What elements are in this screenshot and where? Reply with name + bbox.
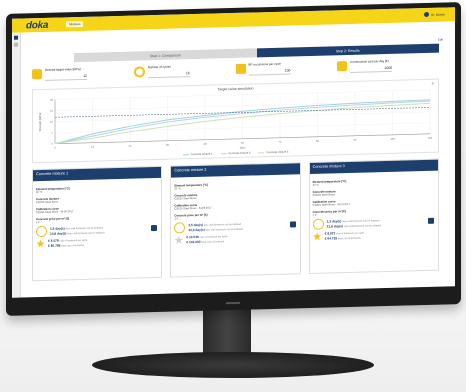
star-icon <box>36 239 45 248</box>
result-note: total cost of formwork <box>337 236 361 241</box>
result-value: 2,5 day(s) <box>188 222 204 227</box>
x-tick-label: 84 <box>316 139 319 143</box>
y-axis-label: Strength [MPa] <box>38 112 42 131</box>
simulation-chart: Target value simulation ≡ 0 12 24 36 48 60 72 8… <box>32 78 439 164</box>
mixture-card-3: Concrete mixture 3 Element temperature [… <box>308 158 439 275</box>
kpi-occurrence: BP occurrence per cycle 100 <box>235 61 338 80</box>
user-name: Dr. Muster <box>431 11 445 17</box>
user-avatar-icon <box>424 11 430 18</box>
screen: doka Mixtures Dr. Muster Edit Step 1: Co… <box>12 7 455 298</box>
y-tick-label: 15 <box>50 109 53 113</box>
x-tick-label: 24 <box>129 144 132 148</box>
result-note: total cost of formwork <box>61 243 85 248</box>
result-value: € 8.478 <box>48 238 59 243</box>
monitor: doka Mixtures Dr. Muster Edit Step 1: Co… <box>6 2 461 316</box>
thumbs-up-icon[interactable] <box>289 221 296 228</box>
y-tick-label: 5 <box>52 131 54 135</box>
kpi-value[interactable]: 12 <box>45 73 87 81</box>
result-note: time until formwork can be stripped <box>65 226 103 231</box>
result-note: time until formwork can be stripped <box>342 218 380 223</box>
result-value: 32,9 day(s) <box>188 227 205 232</box>
mixture-cards: Concrete mixture 1 Element temperature [… <box>32 158 439 282</box>
y-tick-label: 10 <box>50 120 53 124</box>
result-value: 1,5 day(s) <box>50 226 65 231</box>
star-icon <box>313 232 322 241</box>
result-value: € 12.036 <box>186 234 199 240</box>
monitor-stand-base <box>92 352 374 378</box>
result-value: 14,8 day(s) <box>50 230 67 236</box>
result-value: € 8.872 <box>324 231 336 236</box>
x-tick-label: 48 <box>204 142 207 146</box>
x-tick-label: 108 <box>390 137 395 141</box>
result-note: time until formwork can be stripped <box>205 227 243 232</box>
result-block: 2,3 day(s) time until formwork can be st… <box>312 216 435 230</box>
kpi-value[interactable]: 100 <box>248 68 291 76</box>
mixture-card-2: Concrete mixture 2 Element temperature [… <box>170 162 301 278</box>
kpi-label: Desired target value [MPa] <box>45 67 81 72</box>
breadcrumb[interactable]: Mixtures <box>66 20 84 28</box>
kpi-target-value: Desired target value [MPa] 12 <box>32 67 134 86</box>
star-grey-icon <box>174 236 183 245</box>
result-block: 2,5 day(s) time until formwork can be st… <box>174 219 296 234</box>
result-block: € 8.478 cost of formwork per cycle € 86.… <box>36 236 158 249</box>
x-tick-label: 12 <box>91 145 94 149</box>
truck-icon <box>235 63 246 74</box>
clock-icon <box>312 218 324 230</box>
tab-step-1[interactable]: Step 1: Comparison <box>74 48 257 63</box>
x-tick-label: 120 <box>428 136 433 140</box>
kpi-value[interactable]: 1000 <box>350 65 393 73</box>
user-menu[interactable]: Dr. Muster <box>424 11 445 18</box>
kpi-label: BP occurrence per cycle <box>248 61 281 67</box>
result-value: € 142.000 <box>186 239 201 245</box>
money-icon <box>337 61 348 72</box>
result-block: € 12.036 cost of formwork per cycle € 14… <box>174 232 296 245</box>
menu-icon[interactable] <box>14 42 18 47</box>
result-value: 21,6 day(s) <box>326 223 344 229</box>
y-tick-label: 0 <box>52 142 54 146</box>
formwork-icon <box>32 69 42 80</box>
mixture-card-1: Concrete mixture 1 Element temperature [… <box>32 165 163 282</box>
doka-logo[interactable]: doka <box>26 19 48 31</box>
edit-link[interactable]: Edit <box>438 38 443 42</box>
result-note: total cost of formwork <box>201 240 225 244</box>
kpi-value[interactable]: 16 <box>147 70 190 78</box>
sidebar <box>12 32 21 298</box>
x-tick-label: 96 <box>354 138 357 142</box>
kpi-cycles: Number of cycles 16 <box>133 64 236 83</box>
result-note: time until formwork can be stripped <box>67 230 105 235</box>
kpi-label: Number of cycles <box>147 64 171 70</box>
kpi-label: Construction cost per day [€] <box>350 58 389 64</box>
clock-icon <box>36 225 47 238</box>
tab-step-2[interactable]: Step 2: Results <box>256 43 439 58</box>
home-icon[interactable] <box>14 35 18 40</box>
x-tick-label: 0 <box>54 146 56 150</box>
x-tick-label: 36 <box>166 143 169 147</box>
monitor-logo <box>226 301 240 305</box>
cycle-ring-icon <box>133 66 145 78</box>
x-axis-label: Time <box>239 146 246 150</box>
result-value: € 64.728 <box>324 236 338 241</box>
thumbs-up-icon[interactable] <box>151 224 158 232</box>
x-tick-label: 60 <box>241 141 244 145</box>
x-tick-label: 72 <box>279 140 282 144</box>
main-content: Edit Step 1: Comparison Step 2: Results … <box>24 25 449 293</box>
thumbs-up-icon[interactable] <box>427 217 434 224</box>
result-note: time until formwork can be stripped <box>203 222 242 227</box>
y-tick-label: 20 <box>50 98 53 102</box>
clock-icon <box>174 222 186 234</box>
result-block: 1,5 day(s) time until formwork can be st… <box>36 223 158 238</box>
kpi-cost: Construction cost per day [€] 1000 <box>337 59 439 78</box>
result-value: 2,3 day(s) <box>326 218 342 224</box>
result-note: time until formwork can be stripped <box>344 223 382 228</box>
result-block: € 8.872 cost of formwork per cycle € 64.… <box>313 229 435 242</box>
result-value: € 86.788 <box>48 243 61 248</box>
